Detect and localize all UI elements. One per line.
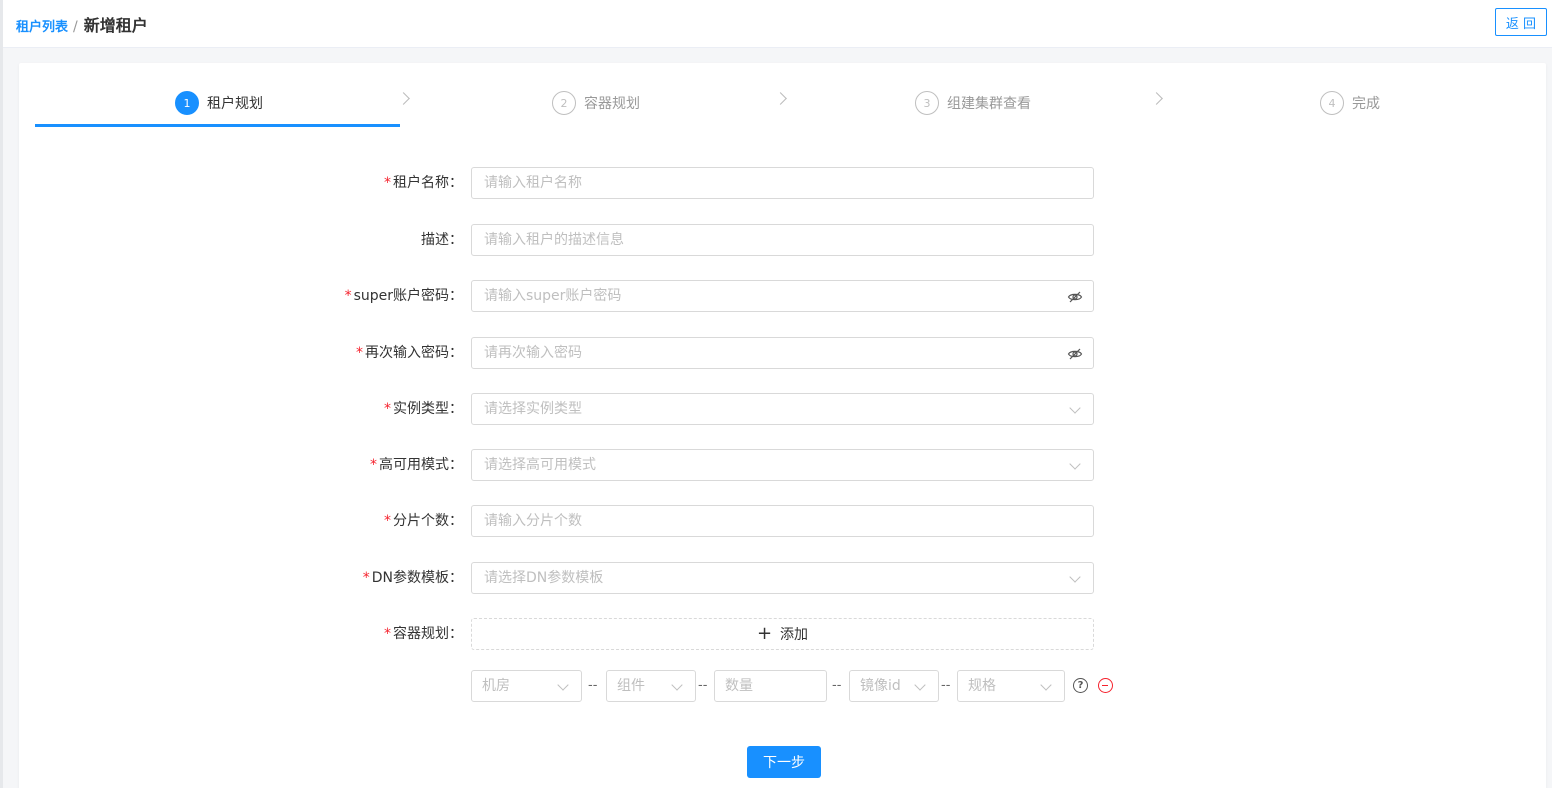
question-circle-icon[interactable]: ? (1073, 678, 1088, 693)
chevron-down-icon (1069, 571, 1081, 583)
super-password-input[interactable] (472, 281, 1093, 311)
dn-template-label: * DN参数模板： (362, 570, 463, 586)
required-mark: * (356, 345, 363, 361)
select-placeholder: 请选择DN参数模板 (484, 570, 604, 586)
breadcrumb: 租户列表 / 新增租户 (16, 12, 148, 36)
instance-type-label: * 实例类型： (384, 401, 463, 417)
chevron-right-icon (774, 92, 787, 105)
chevron-right-icon (397, 92, 410, 105)
chevron-down-icon (1069, 402, 1081, 414)
instance-type-select[interactable]: 请选择实例类型 (471, 393, 1094, 425)
required-mark: * (384, 513, 391, 529)
tenant-name-label: * 租户名称： (384, 175, 463, 191)
confirm-password-field[interactable] (471, 337, 1094, 369)
form-row-confirm-password: * 再次输入密码： (19, 337, 1546, 369)
step-label: 完成 (1352, 96, 1380, 112)
plus-icon: + (756, 623, 773, 644)
container-plan-label: * 容器规划： (384, 626, 463, 642)
required-mark: * (344, 288, 352, 304)
description-input[interactable] (472, 225, 1093, 255)
step-number: 2 (552, 91, 576, 115)
chevron-down-icon (557, 679, 569, 691)
ha-mode-select[interactable]: 请选择高可用模式 (471, 449, 1094, 481)
step-label: 租户规划 (207, 96, 263, 112)
steps-bar: 1 租户规划 2 容器规划 3 组建集群查看 4 完成 (35, 83, 1535, 127)
description-label: 描述： (421, 232, 463, 248)
quantity-field[interactable]: 数量 (714, 670, 827, 702)
step-number: 4 (1320, 91, 1344, 115)
chevron-down-icon (914, 679, 926, 691)
confirm-password-input[interactable] (472, 338, 1093, 368)
separator: -- (588, 678, 598, 693)
dn-template-select[interactable]: 请选择DN参数模板 (471, 562, 1094, 594)
form-row-shard-count: * 分片个数： (19, 505, 1546, 537)
eye-off-icon[interactable] (1067, 346, 1083, 362)
form-row-container-plan: * 容器规划： + 添加 (19, 618, 1546, 650)
select-placeholder: 机房 (482, 678, 510, 694)
required-mark: * (384, 626, 391, 642)
form-card: 1 租户规划 2 容器规划 3 组建集群查看 4 完成 *租户名称： 描述： (19, 63, 1546, 788)
form-row-instance-type: * 实例类型： 请选择实例类型 (19, 393, 1546, 425)
breadcrumb-tenant-list-link[interactable]: 租户列表 (16, 16, 68, 35)
required-mark: * (370, 457, 377, 473)
step-label: 容器规划 (584, 96, 640, 112)
form-row-ha-mode: * 高可用模式： 请选择高可用模式 (19, 449, 1546, 481)
page-title: 新增租户 (83, 16, 148, 35)
eye-off-icon[interactable] (1067, 289, 1083, 305)
ha-mode-label: * 高可用模式： (370, 457, 463, 473)
select-placeholder: 规格 (968, 678, 996, 694)
add-container-button[interactable]: + 添加 (471, 618, 1094, 650)
select-placeholder: 请选择实例类型 (484, 401, 582, 417)
next-step-button[interactable]: 下一步 (747, 746, 821, 778)
select-placeholder: 镜像id (860, 678, 901, 694)
select-placeholder: 请选择高可用模式 (484, 457, 596, 473)
chevron-down-icon (1040, 679, 1052, 691)
step-number: 1 (175, 91, 199, 115)
step-complete[interactable]: 4 完成 (1320, 91, 1380, 115)
left-edge (0, 0, 3, 788)
chevron-down-icon (671, 679, 683, 691)
select-placeholder: 组件 (617, 678, 645, 694)
required-mark: * (384, 175, 391, 191)
image-id-select[interactable]: 镜像id (849, 670, 939, 702)
form-row-tenant-name: * 租户名称： (19, 167, 1546, 199)
minus-circle-icon[interactable] (1098, 678, 1113, 693)
required-mark: * (384, 401, 391, 417)
room-select[interactable]: 机房 (471, 670, 582, 702)
confirm-password-label: * 再次输入密码： (356, 345, 463, 361)
required-mark: * (362, 570, 370, 586)
breadcrumb-separator: / (73, 19, 78, 35)
active-step-underline (35, 124, 400, 127)
step-number: 3 (915, 91, 939, 115)
super-password-label: * super账户密码： (344, 288, 463, 304)
chevron-right-icon (1150, 92, 1163, 105)
spec-select[interactable]: 规格 (957, 670, 1065, 702)
back-button[interactable]: 返 回 (1495, 8, 1547, 36)
step-cluster-review[interactable]: 3 组建集群查看 (915, 91, 1031, 115)
separator: -- (698, 678, 708, 693)
input-placeholder: 数量 (725, 678, 753, 694)
tenant-name-field[interactable] (471, 167, 1094, 199)
shard-count-input[interactable] (472, 506, 1093, 536)
super-password-field[interactable] (471, 280, 1094, 312)
step-tenant-plan[interactable]: 1 租户规划 (175, 91, 263, 115)
container-row: 机房 -- 组件 -- 数量 -- 镜像id -- 规格 ? (19, 670, 1546, 702)
description-field[interactable] (471, 224, 1094, 256)
chevron-down-icon (1069, 458, 1081, 470)
step-container-plan[interactable]: 2 容器规划 (552, 91, 640, 115)
step-label: 组建集群查看 (947, 96, 1031, 112)
page-header: 租户列表 / 新增租户 返 回 (3, 0, 1552, 48)
add-label: 添加 (780, 627, 809, 643)
shard-count-field[interactable] (471, 505, 1094, 537)
form-row-super-password: * super账户密码： (19, 280, 1546, 312)
form-row-description: 描述： (19, 224, 1546, 256)
shard-count-label: * 分片个数： (384, 513, 463, 529)
separator: -- (832, 678, 842, 693)
tenant-name-input[interactable] (472, 168, 1093, 198)
separator: -- (941, 678, 951, 693)
component-select[interactable]: 组件 (606, 670, 696, 702)
form-row-dn-template: * DN参数模板： 请选择DN参数模板 (19, 562, 1546, 594)
